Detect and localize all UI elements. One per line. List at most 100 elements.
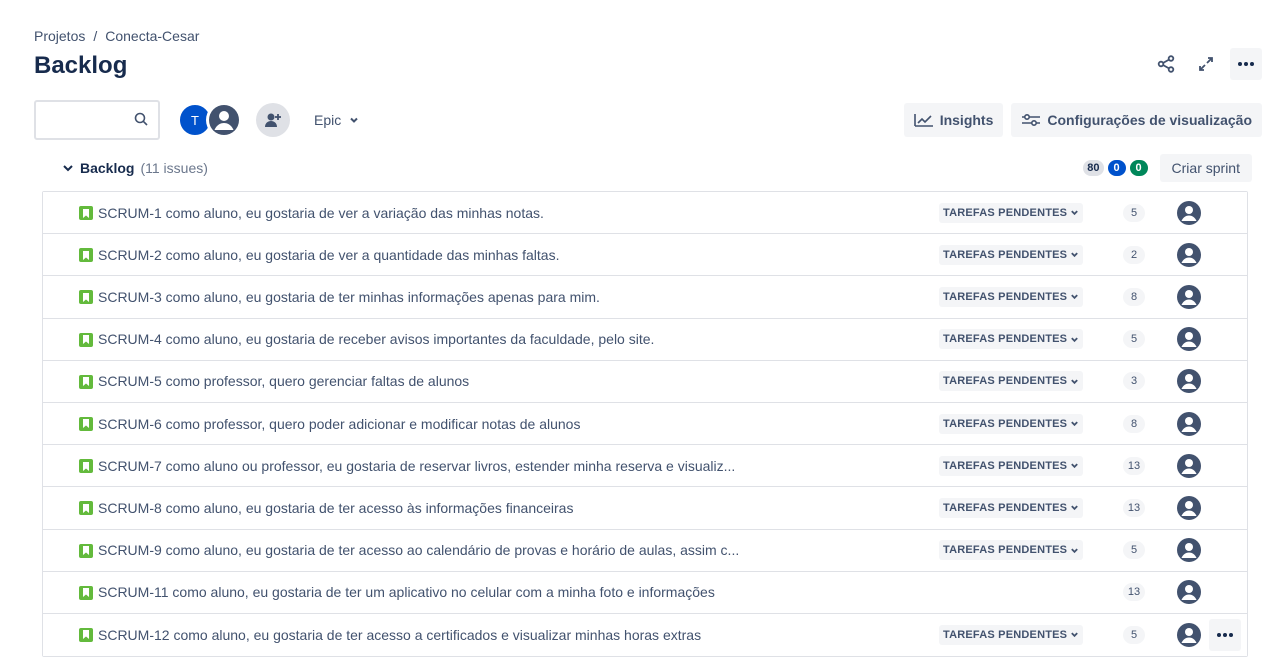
top-actions — [1150, 48, 1262, 80]
issue-row[interactable]: SCRUM-5 como professor, quero gerenciar … — [43, 360, 1247, 403]
issue-status-label: TAREFAS PENDENTES — [943, 206, 1068, 219]
avatar-unassigned[interactable] — [206, 102, 242, 138]
issue-summary[interactable]: SCRUM-2 como aluno, eu gostaria de ver a… — [98, 247, 559, 263]
issue-summary[interactable]: SCRUM-6 como professor, quero poder adic… — [98, 416, 580, 432]
issue-summary[interactable]: SCRUM-9 como aluno, eu gostaria de ter a… — [98, 542, 739, 558]
backlog-title: Backlog — [80, 160, 135, 176]
points-in-progress-badge: 0 — [1107, 160, 1126, 176]
issue-row[interactable]: SCRUM-3 como aluno, eu gostaria de ter m… — [43, 276, 1247, 319]
epic-filter-button[interactable]: Epic — [304, 104, 369, 136]
assignee-avatar[interactable] — [1175, 410, 1203, 438]
issue-key[interactable]: SCRUM-4 — [98, 331, 162, 347]
story-points-badge: 5 — [1123, 625, 1145, 644]
issue-key[interactable]: SCRUM-7 — [98, 458, 162, 474]
issue-row[interactable]: SCRUM-1 como aluno, eu gostaria de ver a… — [43, 192, 1247, 235]
chevron-down-icon — [1071, 379, 1079, 384]
issue-row[interactable]: SCRUM-11 como aluno, eu gostaria de ter … — [43, 571, 1247, 614]
chevron-down-icon — [1071, 337, 1079, 342]
story-points-badge: 2 — [1123, 245, 1145, 264]
issue-key[interactable]: SCRUM-6 — [98, 416, 162, 432]
user-icon — [1177, 538, 1201, 563]
issue-row[interactable]: SCRUM-9 como aluno, eu gostaria de ter a… — [43, 529, 1247, 572]
assignee-avatar[interactable] — [1175, 367, 1203, 395]
search-input[interactable] — [36, 102, 126, 138]
issue-status-label: TAREFAS PENDENTES — [943, 417, 1068, 430]
issue-status-dropdown[interactable]: TAREFAS PENDENTES — [939, 329, 1084, 350]
issue-more-button[interactable] — [1209, 618, 1241, 651]
insights-button[interactable]: Insights — [903, 103, 1004, 137]
assignee-avatar[interactable] — [1175, 621, 1203, 649]
issue-row[interactable]: SCRUM-7 como aluno ou professor, eu gost… — [43, 445, 1247, 488]
search-box[interactable] — [34, 100, 160, 140]
issue-status-dropdown[interactable]: TAREFAS PENDENTES — [939, 413, 1084, 434]
assignee-avatar[interactable] — [1175, 199, 1203, 227]
breadcrumb-project-link[interactable]: Conecta-Cesar — [105, 28, 199, 44]
chevron-down-icon — [1071, 210, 1079, 216]
chevron-down-icon — [1071, 548, 1079, 553]
issue-status-dropdown[interactable]: TAREFAS PENDENTES — [939, 540, 1084, 561]
chevron-down-icon — [1071, 252, 1079, 258]
story-points-badge: 5 — [1123, 203, 1145, 222]
issue-status-dropdown[interactable]: TAREFAS PENDENTES — [939, 202, 1084, 223]
user-icon — [1177, 200, 1201, 225]
issue-status-dropdown[interactable]: TAREFAS PENDENTES — [939, 455, 1084, 476]
issue-row[interactable]: SCRUM-12 como aluno, eu gostaria de ter … — [43, 613, 1247, 657]
issue-key[interactable]: SCRUM-2 — [98, 247, 162, 263]
issue-summary[interactable]: SCRUM-3 como aluno, eu gostaria de ter m… — [98, 289, 600, 305]
assignee-avatar[interactable] — [1175, 241, 1203, 269]
story-points-badge: 3 — [1123, 372, 1145, 391]
story-points-badge: 13 — [1123, 583, 1145, 602]
more-actions-button[interactable] — [1230, 48, 1262, 80]
epic-filter-label: Epic — [314, 112, 342, 128]
issue-summary[interactable]: SCRUM-8 como aluno, eu gostaria de ter a… — [98, 500, 573, 516]
story-icon — [79, 501, 93, 516]
issue-status-dropdown[interactable]: TAREFAS PENDENTES — [939, 244, 1084, 265]
issue-summary[interactable]: SCRUM-1 como aluno, eu gostaria de ver a… — [98, 205, 544, 221]
avatar-group: T — [178, 102, 290, 138]
breadcrumb-projects-link[interactable]: Projetos — [34, 28, 85, 44]
assignee-avatar[interactable] — [1175, 494, 1203, 522]
issue-summary[interactable]: SCRUM-11 como aluno, eu gostaria de ter … — [98, 584, 715, 600]
breadcrumb: Projetos / Conecta-Cesar — [34, 28, 199, 44]
issue-key[interactable]: SCRUM-1 — [98, 205, 162, 221]
issue-summary-text: como aluno, eu gostaria de receber aviso… — [165, 331, 655, 348]
collapse-chevron-icon[interactable] — [62, 162, 74, 174]
chevron-down-icon — [1071, 463, 1079, 469]
share-button[interactable] — [1150, 48, 1182, 80]
issue-key[interactable]: SCRUM-9 — [98, 542, 162, 558]
add-people-button[interactable] — [256, 103, 290, 137]
view-settings-button[interactable]: Configurações de visualização — [1011, 103, 1262, 137]
issue-row[interactable]: SCRUM-4 como aluno, eu gostaria de receb… — [43, 318, 1247, 361]
chevron-down-icon — [1071, 421, 1079, 427]
issue-summary[interactable]: SCRUM-5 como professor, quero gerenciar … — [98, 373, 469, 389]
assignee-avatar[interactable] — [1175, 452, 1203, 480]
issue-key[interactable]: SCRUM-12 — [98, 627, 170, 643]
chevron-down-icon — [1071, 632, 1079, 638]
issue-summary[interactable]: SCRUM-7 como aluno ou professor, eu gost… — [98, 458, 735, 474]
assignee-avatar[interactable] — [1175, 283, 1203, 311]
issue-status-dropdown[interactable]: TAREFAS PENDENTES — [939, 497, 1084, 518]
issue-row[interactable]: SCRUM-8 como aluno, eu gostaria de ter a… — [43, 487, 1247, 530]
issue-key[interactable]: SCRUM-3 — [98, 289, 162, 305]
issue-summary[interactable]: SCRUM-12 como aluno, eu gostaria de ter … — [98, 627, 701, 643]
issue-summary-text: como aluno, eu gostaria de ter minhas in… — [165, 288, 600, 305]
issue-key[interactable]: SCRUM-11 — [98, 584, 169, 600]
issue-status-dropdown[interactable]: TAREFAS PENDENTES — [939, 371, 1084, 392]
assignee-avatar[interactable] — [1175, 536, 1203, 564]
issue-row[interactable]: SCRUM-2 como aluno, eu gostaria de ver a… — [43, 234, 1247, 277]
issue-status-label: TAREFAS PENDENTES — [943, 248, 1068, 261]
user-icon — [1177, 622, 1201, 647]
issue-status-dropdown[interactable]: TAREFAS PENDENTES — [939, 286, 1084, 307]
assignee-avatar[interactable] — [1175, 325, 1203, 353]
issue-key[interactable]: SCRUM-5 — [98, 373, 162, 389]
issue-status-label: TAREFAS PENDENTES — [943, 375, 1068, 388]
create-sprint-button[interactable]: Criar sprint — [1159, 154, 1252, 182]
fullscreen-button[interactable] — [1190, 48, 1222, 80]
issue-summary[interactable]: SCRUM-4 como aluno, eu gostaria de receb… — [98, 331, 654, 347]
toolbar: T Epic Insights Configurações de visuali… — [34, 100, 1262, 140]
issue-status-dropdown[interactable]: TAREFAS PENDENTES — [939, 624, 1084, 645]
chevron-down-icon — [1071, 294, 1079, 300]
issue-row[interactable]: SCRUM-6 como professor, quero poder adic… — [43, 402, 1247, 446]
issue-key[interactable]: SCRUM-8 — [98, 500, 162, 516]
assignee-avatar[interactable] — [1175, 578, 1203, 606]
